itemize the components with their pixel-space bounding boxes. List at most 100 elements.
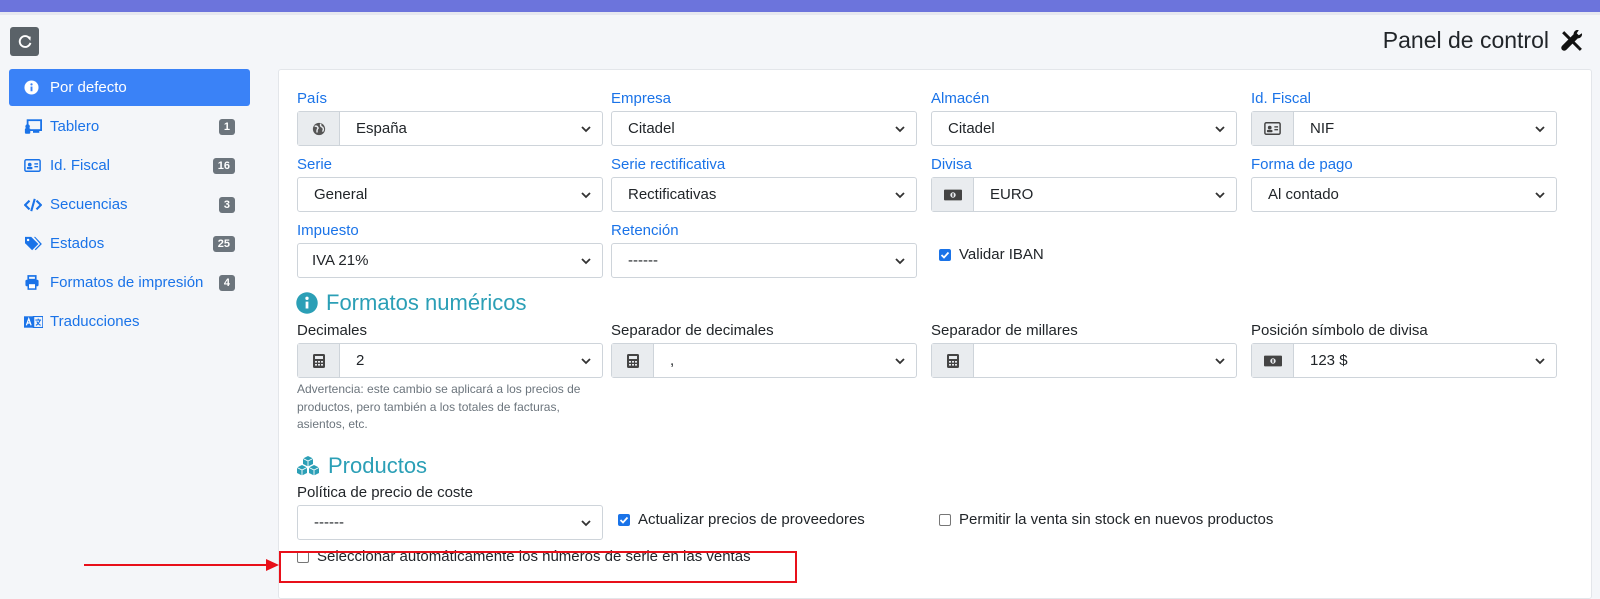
pos-simbolo-select[interactable]: 123 $ xyxy=(1251,343,1557,378)
settings-card: País España Empresa Citadel Almacén Cita… xyxy=(278,69,1592,599)
chevron-down-icon xyxy=(895,257,905,264)
chalkboard-icon xyxy=(24,118,46,136)
decimales-select[interactable]: 2 xyxy=(297,343,603,378)
chevron-down-icon xyxy=(895,357,905,364)
validar-iban-label: Validar IBAN xyxy=(959,246,1044,263)
pais-field: País España xyxy=(297,89,603,146)
money-bill-icon xyxy=(932,178,974,211)
pais-value: España xyxy=(356,120,407,137)
decimales-field: Decimales 2 xyxy=(297,321,603,378)
chevron-down-icon xyxy=(895,125,905,132)
impuesto-value: IVA 21% xyxy=(312,252,369,269)
permitir-venta-checkbox[interactable] xyxy=(939,513,951,526)
impuesto-select[interactable]: IVA 21% xyxy=(297,243,603,278)
sep-millares-select[interactable] xyxy=(931,343,1237,378)
page-title: Panel de control xyxy=(1383,24,1584,56)
forma-pago-value: Al contado xyxy=(1268,186,1339,203)
forma-pago-label: Forma de pago xyxy=(1251,156,1353,173)
sep-decimales-select[interactable]: , xyxy=(611,343,917,378)
retencion-select[interactable]: ------ xyxy=(611,243,917,278)
pos-simbolo-value: 123 $ xyxy=(1310,352,1348,369)
almacen-label: Almacén xyxy=(931,90,990,107)
sidebar-item-label: Formatos de impresión xyxy=(50,274,204,291)
empresa-field: Empresa Citadel xyxy=(611,89,917,146)
sep-decimales-value: , xyxy=(670,352,675,369)
chevron-down-icon xyxy=(581,191,591,198)
sidebar-item-label: Id. Fiscal xyxy=(50,157,111,174)
politica-coste-field: Política de precio de coste ------ xyxy=(297,483,603,540)
refresh-button[interactable] xyxy=(10,27,39,56)
chevron-down-icon xyxy=(1215,357,1225,364)
divisa-value: EURO xyxy=(990,186,1034,203)
sidebar-item-traducciones[interactable]: Traducciones xyxy=(9,303,250,340)
chevron-down-icon xyxy=(581,257,591,264)
idfiscal-label: Id. Fiscal xyxy=(1251,90,1312,107)
almacen-value: Citadel xyxy=(948,120,995,137)
sep-millares-field: Separador de millares xyxy=(931,321,1237,378)
chevron-down-icon xyxy=(1215,191,1225,198)
serie-rectificativa-label: Serie rectificativa xyxy=(611,156,726,173)
almacen-field: Almacén Citadel xyxy=(931,89,1237,146)
serie-label: Serie xyxy=(297,156,333,173)
sidebar-item-secuencias[interactable]: Secuencias 3 xyxy=(9,186,250,223)
section-productos: Productos xyxy=(296,453,427,479)
sidebar-item-formatos-impresion[interactable]: Formatos de impresión 4 xyxy=(9,264,250,301)
decimales-warning: Advertencia: este cambio se aplicará a l… xyxy=(297,382,581,431)
sidebar-item-id-fiscal[interactable]: Id. Fiscal 16 xyxy=(9,147,250,184)
serie-select[interactable]: General xyxy=(297,177,603,212)
code-icon xyxy=(24,196,46,214)
page-title-text: Panel de control xyxy=(1382,26,1549,53)
section-formatos-numericos: Formatos numéricos xyxy=(296,290,527,316)
forma-pago-field: Forma de pago Al contado xyxy=(1251,155,1557,212)
sep-millares-label: Separador de millares xyxy=(931,322,1078,339)
chevron-down-icon xyxy=(895,191,905,198)
serie-rectificativa-field: Serie rectificativa Rectificativas xyxy=(611,155,917,212)
forma-pago-select[interactable]: Al contado xyxy=(1251,177,1557,212)
actualizar-precios-checkbox[interactable] xyxy=(618,513,630,526)
permitir-venta-label: Permitir la venta sin stock en nuevos pr… xyxy=(959,511,1274,528)
sidebar-item-label: Por defecto xyxy=(50,79,127,96)
count-badge: 3 xyxy=(218,196,235,213)
sidebar-item-label: Traducciones xyxy=(50,313,140,330)
sidebar-item-tablero[interactable]: Tablero 1 xyxy=(9,108,250,145)
serie-value: General xyxy=(314,186,368,203)
pais-label: País xyxy=(297,90,328,107)
pos-simbolo-label: Posición símbolo de divisa xyxy=(1251,322,1428,339)
chevron-down-icon xyxy=(1535,125,1545,132)
empresa-select[interactable]: Citadel xyxy=(611,111,917,146)
retencion-field: Retención ------ xyxy=(611,221,917,278)
divisa-select[interactable]: EURO xyxy=(931,177,1237,212)
pais-select[interactable]: España xyxy=(297,111,603,146)
sidebar-item-label: Estados xyxy=(50,235,105,252)
chevron-down-icon xyxy=(581,519,591,526)
calculator-icon xyxy=(932,344,974,377)
idfiscal-select[interactable]: NIF xyxy=(1251,111,1557,146)
empresa-label: Empresa xyxy=(611,90,672,107)
politica-coste-value: ------ xyxy=(314,514,344,531)
sidebar-item-estados[interactable]: Estados 25 xyxy=(9,225,250,262)
section-title-text: Formatos numéricos xyxy=(326,290,527,315)
info-icon xyxy=(24,79,46,97)
annotation-arrow-icon xyxy=(84,559,279,571)
sep-decimales-field: Separador de decimales , xyxy=(611,321,917,378)
validar-iban-row: Validar IBAN xyxy=(939,246,1044,263)
politica-coste-select[interactable]: ------ xyxy=(297,505,603,540)
count-badge: 25 xyxy=(212,235,235,252)
chevron-down-icon xyxy=(581,357,591,364)
divisa-field: Divisa EURO xyxy=(931,155,1237,212)
tools-icon xyxy=(1561,29,1583,51)
serie-rectificativa-select[interactable]: Rectificativas xyxy=(611,177,917,212)
validar-iban-checkbox[interactable] xyxy=(939,248,951,261)
retencion-value: ------ xyxy=(628,252,658,269)
chevron-down-icon xyxy=(1535,357,1545,364)
cubes-icon xyxy=(296,456,320,476)
tags-icon xyxy=(24,235,46,253)
sep-decimales-label: Separador de decimales xyxy=(611,322,774,339)
permitir-venta-row: Permitir la venta sin stock en nuevos pr… xyxy=(939,511,1273,528)
sidebar: Por defecto Tablero 1 Id. Fiscal 16 Secu… xyxy=(9,69,250,342)
sidebar-item-por-defecto[interactable]: Por defecto xyxy=(9,69,250,106)
almacen-select[interactable]: Citadel xyxy=(931,111,1237,146)
top-bar xyxy=(0,0,1600,15)
id-card-icon xyxy=(24,157,46,175)
serie-rectificativa-value: Rectificativas xyxy=(628,186,717,203)
